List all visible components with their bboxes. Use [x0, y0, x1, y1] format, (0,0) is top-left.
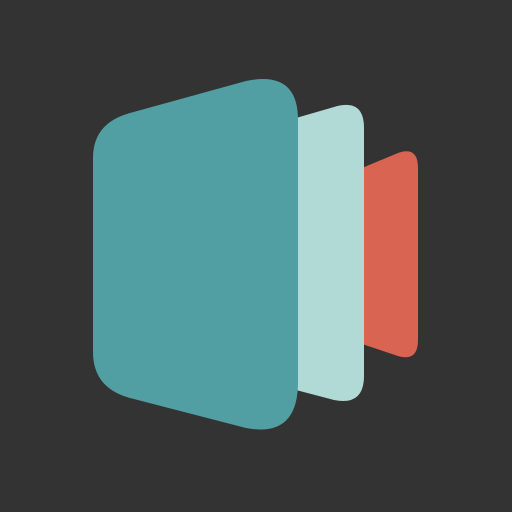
back-panel-shape: [362, 151, 418, 358]
front-panel-shape: [93, 79, 298, 430]
stacked-panels-logo-icon: [0, 0, 512, 512]
middle-panel-shape: [296, 104, 364, 401]
